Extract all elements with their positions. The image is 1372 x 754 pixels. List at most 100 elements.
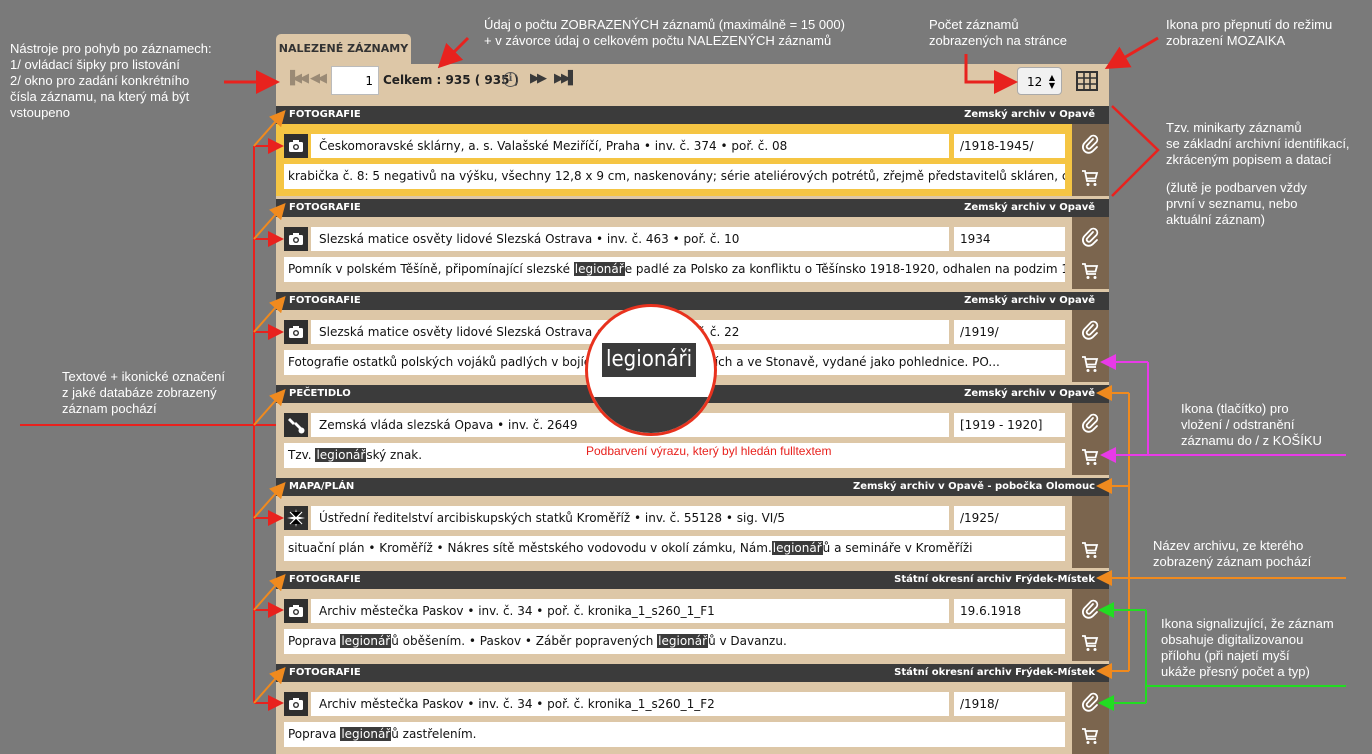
first-page-button[interactable]: ▐◀◀ xyxy=(285,71,309,86)
record-description[interactable]: Pomník v polském Těšíně, připomínající s… xyxy=(284,257,1065,282)
fulltext-highlight: legionář xyxy=(315,448,367,462)
camera-icon xyxy=(284,134,308,158)
record-date: /1918-1945/ xyxy=(954,134,1065,158)
record-body: Českomoravské sklárny, a. s. Valašské Me… xyxy=(276,124,1072,196)
record-header: FOTOGRAFIE Státní okresní archiv Frýdek-M… xyxy=(276,571,1109,589)
record-header: FOTOGRAFIE Zemský archiv v Opavě xyxy=(276,106,1109,124)
magnified-highlight: legionáři xyxy=(602,343,697,377)
camera-icon xyxy=(284,320,308,344)
camera-icon xyxy=(284,599,308,623)
camera-icon xyxy=(284,692,308,716)
record-header: MAPA/PLÁN Zemský archiv v Opavě - pobočka… xyxy=(276,478,1109,496)
record-header: FOTOGRAFIE Zemský archiv v Opavě xyxy=(276,292,1109,310)
record-header: FOTOGRAFIE Státní okresní archiv Frýdek-M… xyxy=(276,664,1109,682)
attachment-icon[interactable] xyxy=(1081,413,1099,433)
cart-icon[interactable] xyxy=(1081,541,1099,559)
record-date: /1925/ xyxy=(954,506,1065,530)
archive-name: Zemský archiv v Opavě xyxy=(964,295,1095,306)
archive-name: Zemský archiv v Opavě xyxy=(964,202,1095,213)
archive-name: Státní okresní archiv Frýdek-Místek xyxy=(894,574,1095,585)
record-actions xyxy=(1072,217,1109,289)
cart-icon[interactable] xyxy=(1081,727,1099,745)
record-card[interactable]: FOTOGRAFIE Státní okresní archiv Frýdek-M… xyxy=(276,571,1109,661)
record-body: Slezská matice osvěty lidové Slezská Ost… xyxy=(276,217,1072,289)
record-title[interactable]: Slezská matice osvěty lidové Slezská Ost… xyxy=(311,227,949,251)
fulltext-highlight: legionář xyxy=(771,541,823,555)
attachment-icon[interactable] xyxy=(1081,599,1099,619)
record-description[interactable]: Poprava legionářů oběšením. • Paskov • Z… xyxy=(284,629,1065,654)
record-date: 1934 xyxy=(954,227,1065,251)
annotation-archive: Název archivu, ze kterého zobrazený zázn… xyxy=(1153,538,1312,569)
annotation-minicards: Tzv. minikarty záznamů se základní archi… xyxy=(1166,120,1350,227)
archive-name: Zemský archiv v Opavě - pobočka Olomouc xyxy=(852,481,1095,492)
fulltext-highlight: legionář xyxy=(340,727,392,741)
seal-icon xyxy=(284,413,308,437)
annotation-fulltext: Podbarvení výrazu, který byl hledán full… xyxy=(586,444,832,458)
select-arrows-icon: ▲ ▼ xyxy=(1048,73,1055,90)
attachment-icon[interactable] xyxy=(1081,320,1099,340)
record-card[interactable]: FOTOGRAFIE Zemský archiv v Opavě Českomora… xyxy=(276,106,1109,196)
cart-icon[interactable] xyxy=(1081,262,1099,280)
database-label: FOTOGRAFIE xyxy=(289,109,361,120)
per-page-select[interactable]: 12 ▲ ▼ xyxy=(1017,67,1062,95)
record-description[interactable]: situační plán • Kroměříž • Nákres sítě m… xyxy=(284,536,1065,561)
record-title[interactable]: Ústřední ředitelství arcibiskupských sta… xyxy=(311,506,949,530)
record-body: Archiv městečka Paskov • inv. č. 34 • po… xyxy=(276,589,1072,661)
annotation-mosaic: Ikona pro přepnutí do režimu zobrazení M… xyxy=(1166,17,1333,48)
fulltext-highlight: legionář xyxy=(573,262,625,276)
annotation-source: Textové + ikonické označení z jaké datab… xyxy=(62,369,225,416)
cart-icon[interactable] xyxy=(1081,355,1099,373)
record-date: 19.6.1918 xyxy=(954,599,1065,623)
compass-icon xyxy=(284,506,308,530)
fulltext-highlight: legionář xyxy=(657,634,709,648)
cart-icon[interactable] xyxy=(1081,448,1099,466)
archive-name: Zemský archiv v Opavě xyxy=(964,109,1095,120)
mosaic-view-icon[interactable] xyxy=(1076,71,1098,91)
database-label: MAPA/PLÁN xyxy=(289,481,355,492)
record-body: Archiv městečka Paskov • inv. č. 34 • po… xyxy=(276,682,1072,754)
prev-page-button[interactable]: ◀◀ xyxy=(310,71,327,86)
archive-name: Státní okresní archiv Frýdek-Místek xyxy=(894,667,1095,678)
archive-name: Zemský archiv v Opavě xyxy=(964,388,1095,399)
record-title[interactable]: Českomoravské sklárny, a. s. Valašské Me… xyxy=(311,134,949,158)
cart-icon[interactable] xyxy=(1081,169,1099,187)
database-label: FOTOGRAFIE xyxy=(289,202,361,213)
annotation-attachment: Ikona signalizující, že záznam obsahuje … xyxy=(1161,616,1334,679)
record-description[interactable]: Poprava legionářů zastřelením. xyxy=(284,722,1065,747)
database-label: FOTOGRAFIE xyxy=(289,574,361,585)
record-title[interactable]: Archiv městečka Paskov • inv. č. 34 • po… xyxy=(311,692,949,716)
fulltext-highlight: legionář xyxy=(340,634,392,648)
info-icon[interactable]: i xyxy=(503,72,518,87)
annotation-nav-tools: Nástroje pro pohyb po záznamech: 1/ ovlá… xyxy=(10,41,212,120)
annotation-per-page: Počet záznamů zobrazených na stránce xyxy=(929,17,1068,48)
record-actions xyxy=(1072,682,1109,754)
record-header: FOTOGRAFIE Zemský archiv v Opavě xyxy=(276,199,1109,217)
database-label: PEČETIDLO xyxy=(289,388,351,399)
attachment-icon[interactable] xyxy=(1081,692,1099,712)
record-card[interactable]: MAPA/PLÁN Zemský archiv v Opavě - pobočka… xyxy=(276,478,1109,568)
record-card[interactable]: FOTOGRAFIE Zemský archiv v Opavě Slezská m… xyxy=(276,199,1109,289)
record-actions xyxy=(1072,310,1109,382)
magnifier-callout: legionáři xyxy=(585,304,717,436)
attachment-icon[interactable] xyxy=(1081,134,1099,154)
database-label: FOTOGRAFIE xyxy=(289,667,361,678)
record-title[interactable]: Archiv městečka Paskov • inv. č. 34 • po… xyxy=(311,599,949,623)
camera-icon xyxy=(284,227,308,251)
annotation-cart: Ikona (tlačítko) pro vložení / odstraněn… xyxy=(1181,401,1322,448)
attachment-icon[interactable] xyxy=(1081,227,1099,247)
cart-icon[interactable] xyxy=(1081,634,1099,652)
record-card[interactable]: FOTOGRAFIE Státní okresní archiv Frýdek-M… xyxy=(276,664,1109,754)
record-actions xyxy=(1072,496,1109,568)
record-date: /1919/ xyxy=(954,320,1065,344)
next-page-button[interactable]: ▶▶ xyxy=(530,71,547,86)
record-actions xyxy=(1072,589,1109,661)
database-label: FOTOGRAFIE xyxy=(289,295,361,306)
total-count: Celkem : 935 ( 935 ) xyxy=(383,73,520,87)
record-description[interactable]: krabička č. 8: 5 negativů na výšku, všec… xyxy=(284,164,1065,189)
record-date: /1918/ xyxy=(954,692,1065,716)
record-actions xyxy=(1072,403,1109,475)
tab-found-records[interactable]: NALEZENÉ ZÁZNAMY xyxy=(276,34,411,64)
last-page-button[interactable]: ▶▶▌ xyxy=(554,71,578,86)
page-number-input[interactable]: 1 xyxy=(331,66,379,95)
annotation-count-info: Údaj o počtu ZOBRAZENÝCH záznamů (maximá… xyxy=(484,17,845,48)
